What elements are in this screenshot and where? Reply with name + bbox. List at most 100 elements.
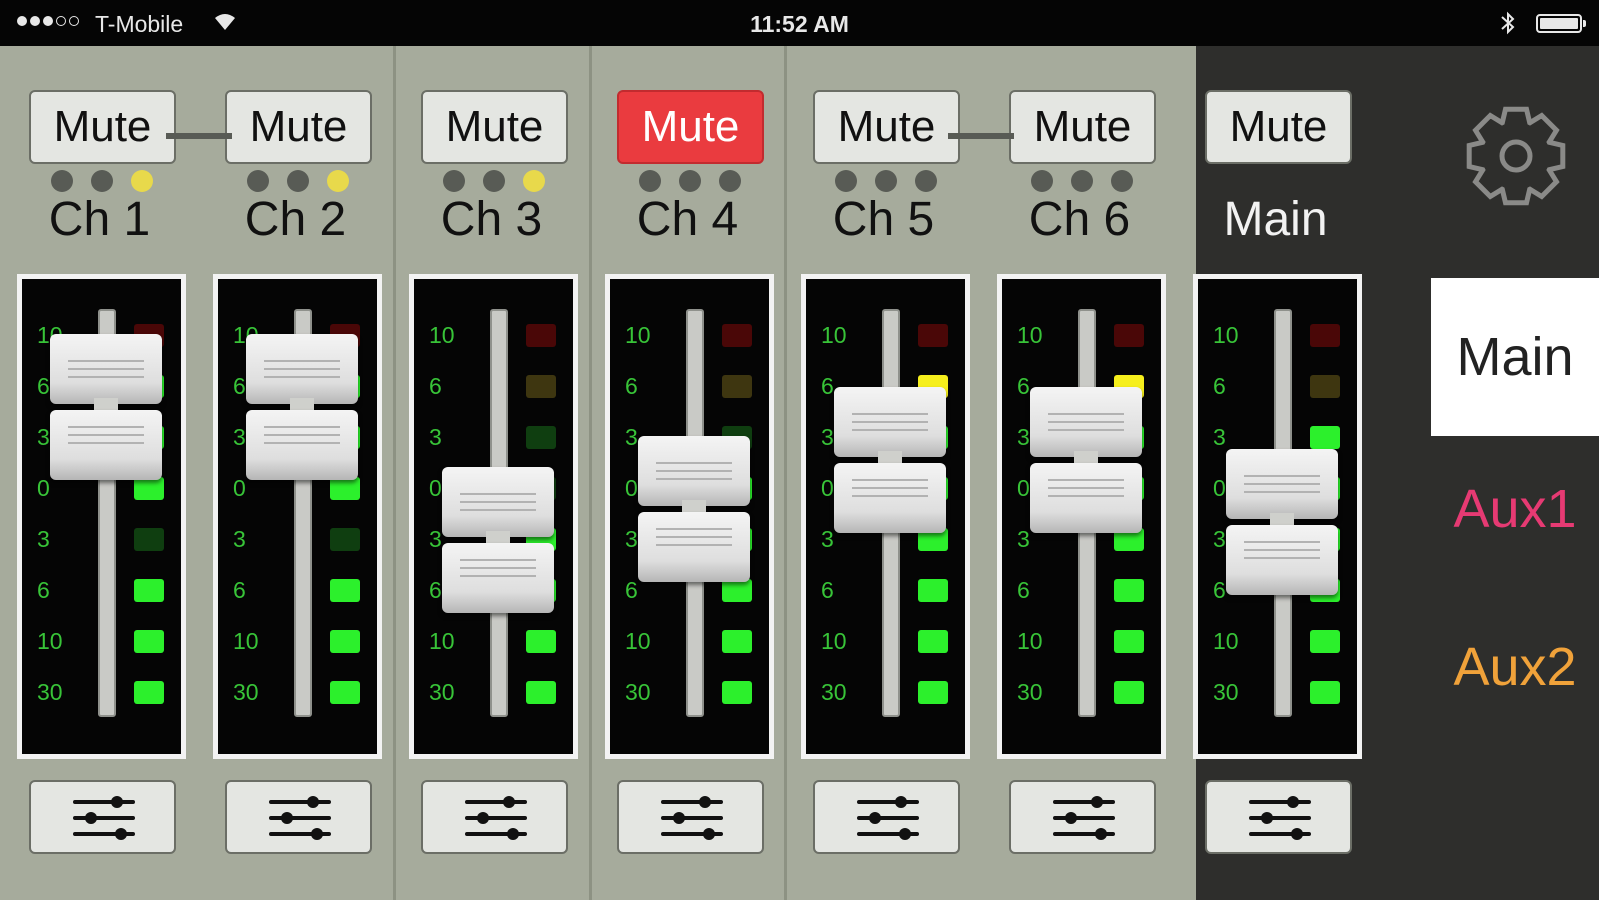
meter-segment	[918, 681, 948, 704]
input-leds	[639, 170, 741, 192]
channel-label: Main	[1223, 193, 1328, 246]
ch1-eq-button[interactable]	[29, 780, 176, 854]
led	[483, 170, 505, 192]
channel-label: Ch 3	[440, 193, 543, 246]
ch1-fader[interactable]: 10 6 3 0 3 6 10 30	[17, 274, 186, 759]
scale-label: 6	[1017, 577, 1030, 603]
led	[443, 170, 465, 192]
scale-label: 6	[821, 373, 834, 399]
meter-segment	[1310, 324, 1340, 347]
ch2-eq-button[interactable]	[225, 780, 372, 854]
sliders-icon	[661, 796, 723, 840]
ch5-mute-button[interactable]: Mute	[813, 90, 960, 164]
meter-segment	[330, 477, 360, 500]
scale-label: 3	[821, 526, 834, 552]
scale-label: 6	[233, 373, 246, 399]
fader-knob[interactable]	[1030, 387, 1142, 533]
ch3-mute-button[interactable]: Mute	[421, 90, 568, 164]
scale-label: 10	[821, 322, 847, 348]
scale-label: 6	[625, 373, 638, 399]
ch1-mute-button[interactable]: Mute	[29, 90, 176, 164]
bus-main-button[interactable]: Main	[1431, 278, 1599, 436]
meter-segment	[1310, 681, 1340, 704]
channel-label: Ch 5	[832, 193, 935, 246]
ch2-fader[interactable]: 10 6 3 0 3 6 10 30	[213, 274, 382, 759]
ch2-mute-button[interactable]: Mute	[225, 90, 372, 164]
bluetooth-icon	[1501, 11, 1515, 35]
fader-knob[interactable]	[50, 334, 162, 480]
ch6-mute-button[interactable]: Mute	[1009, 90, 1156, 164]
meter-segment	[330, 681, 360, 704]
ch6-eq-button[interactable]	[1009, 780, 1156, 854]
ch6-fader[interactable]: 10 6 3 0 3 6 10 30	[997, 274, 1166, 759]
bus-aux1-button[interactable]: Aux1	[1431, 478, 1599, 540]
meter-segment	[722, 324, 752, 347]
scale-label: 30	[429, 679, 455, 705]
bus-aux2-button[interactable]: Aux2	[1431, 636, 1599, 698]
stereo-link-ch5-ch6	[948, 133, 1014, 139]
led	[1031, 170, 1053, 192]
fader-knob[interactable]	[638, 436, 750, 582]
fader-knob[interactable]	[834, 387, 946, 533]
channel-strip-1: Mute Ch 1 10 6 3 0 3 6 10 30	[0, 46, 199, 900]
main-fader[interactable]: 10 6 3 0 3 6 10 30	[1193, 274, 1362, 759]
sliders-icon	[1249, 796, 1311, 840]
input-leds	[835, 170, 937, 192]
meter-segment	[526, 324, 556, 347]
ch3-fader[interactable]: 10 6 3 0 3 6 10 30	[409, 274, 578, 759]
meter-segment	[134, 681, 164, 704]
scale-label: 30	[1017, 679, 1043, 705]
scale-label: 0	[1017, 475, 1030, 501]
fader-knob[interactable]	[1226, 449, 1338, 595]
meter-segment	[330, 630, 360, 653]
channel-strip-2: Mute Ch 2 10 6 3 0 3 6 10 30	[196, 46, 395, 900]
scale-label: 6	[37, 577, 50, 603]
main-mute-button[interactable]: Mute	[1205, 90, 1352, 164]
scale-label: 3	[1017, 424, 1030, 450]
scale-label: 6	[37, 373, 50, 399]
meter-segment	[330, 579, 360, 602]
ch4-mute-button[interactable]: Mute	[617, 90, 764, 164]
main-eq-button[interactable]	[1205, 780, 1352, 854]
scale-label: 3	[233, 424, 246, 450]
led	[327, 170, 349, 192]
channel-label: Ch 4	[636, 193, 739, 246]
meter-segment	[134, 528, 164, 551]
ch5-eq-button[interactable]	[813, 780, 960, 854]
ch4-fader[interactable]: 10 6 3 0 3 6 10 30	[605, 274, 774, 759]
led	[719, 170, 741, 192]
scale-label: 30	[37, 679, 63, 705]
led	[247, 170, 269, 192]
ch3-eq-button[interactable]	[421, 780, 568, 854]
scale-label: 3	[37, 526, 50, 552]
input-leds	[1031, 170, 1133, 192]
scale-label: 10	[233, 628, 259, 654]
input-leds	[443, 170, 545, 192]
channel-label: Ch 2	[244, 193, 347, 246]
meter-segment	[1114, 579, 1144, 602]
meter-segment	[1310, 426, 1340, 449]
fader-knob[interactable]	[246, 334, 358, 480]
meter-segment	[526, 426, 556, 449]
settings-gear-icon[interactable]	[1462, 102, 1570, 210]
meter-segment	[526, 375, 556, 398]
scale-label: 0	[233, 475, 246, 501]
channel-strip-4: Mute Ch 4 10 6 3 0 3 6 10 30	[588, 46, 787, 900]
channel-label: Ch 1	[48, 193, 151, 246]
meter-segment	[330, 528, 360, 551]
meter-segment	[134, 579, 164, 602]
led	[523, 170, 545, 192]
fader-knob[interactable]	[442, 467, 554, 613]
clock: 11:52 AM	[750, 11, 849, 37]
sliders-icon	[465, 796, 527, 840]
led	[639, 170, 661, 192]
scale-label: 0	[429, 475, 442, 501]
ch4-eq-button[interactable]	[617, 780, 764, 854]
scale-label: 3	[821, 424, 834, 450]
ch5-fader[interactable]: 10 6 3 0 3 6 10 30	[801, 274, 970, 759]
scale-label: 30	[821, 679, 847, 705]
scale-label: 10	[1017, 628, 1043, 654]
scale-label: 6	[625, 577, 638, 603]
stereo-link-ch1-ch2	[166, 133, 232, 139]
scale-label: 0	[37, 475, 50, 501]
